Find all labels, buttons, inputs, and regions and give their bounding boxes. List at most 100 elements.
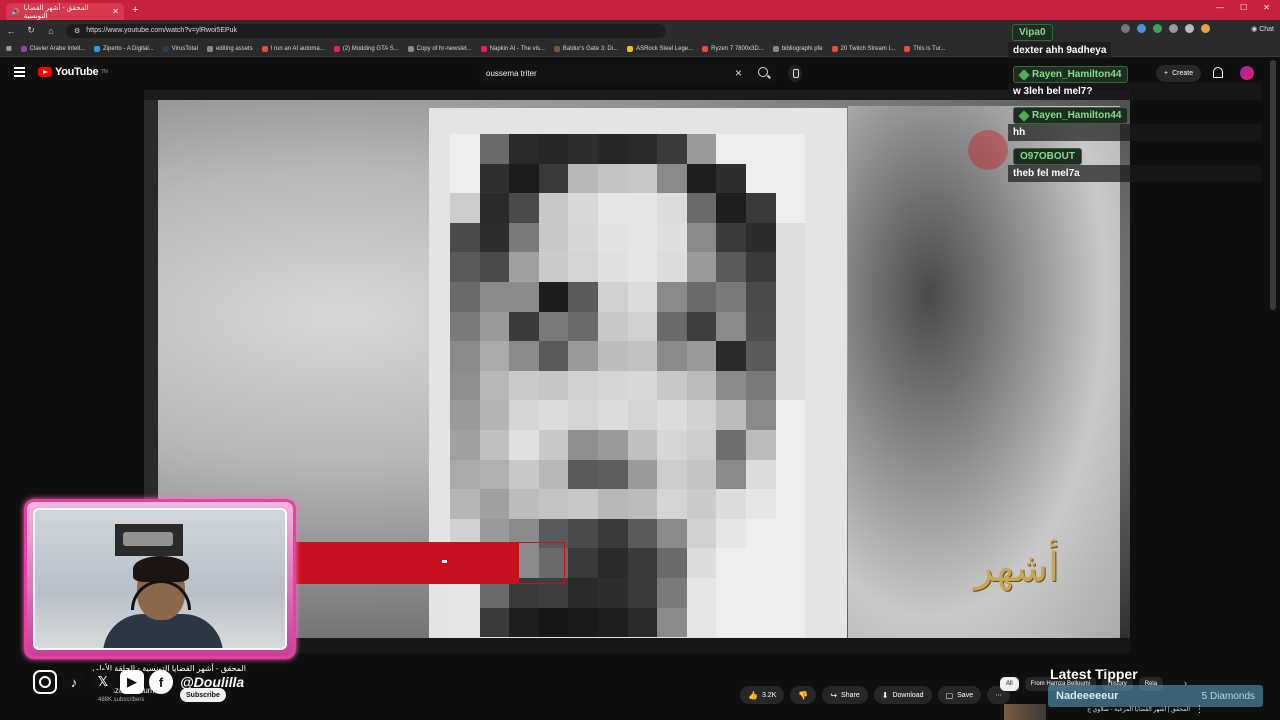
browser-tab[interactable]: 🔊 المحقق - أشهر القضايا التونسية ✕ bbox=[6, 3, 124, 20]
bookmark-item[interactable]: Ryzen 7 7800x3D... bbox=[702, 45, 764, 52]
bookmark-item[interactable]: I run an AI automa... bbox=[261, 45, 325, 52]
back-icon[interactable]: ← bbox=[6, 26, 16, 36]
window-controls: — ☐ ✕ bbox=[1216, 3, 1270, 12]
search-icon[interactable] bbox=[758, 67, 768, 77]
bookmark-item[interactable]: (2) Modding GTA S... bbox=[333, 45, 399, 52]
bookmark-item[interactable]: Ziperto - A Digital... bbox=[94, 45, 154, 52]
x-icon: 𝕏 bbox=[91, 670, 115, 694]
logo-region: TN bbox=[101, 69, 108, 75]
bookmark-favicon-icon bbox=[20, 45, 27, 52]
create-button[interactable]: + Create bbox=[1156, 65, 1202, 82]
star-icon[interactable] bbox=[1185, 24, 1194, 33]
screen: 🔊 المحقق - أشهر القضايا التونسية ✕ + — ☐… bbox=[0, 0, 1280, 720]
bookmark-item[interactable]: 20 Twitch Stream I... bbox=[831, 45, 895, 52]
subscriber-count: 488K subscribers bbox=[98, 697, 145, 703]
thumbs-down-icon: 👎 bbox=[798, 690, 809, 700]
account-avatar[interactable] bbox=[1240, 66, 1254, 80]
thumbs-up-icon: 👍 bbox=[748, 690, 758, 700]
tipper-name: Nadeeeeeur bbox=[1056, 690, 1119, 702]
social-handles-overlay: ♪ 𝕏 ▶ f @Doulilla bbox=[33, 670, 244, 694]
youtube-logo[interactable]: YouTube TN bbox=[38, 66, 108, 78]
logo-text: YouTube bbox=[55, 66, 99, 78]
bookmark-item[interactable]: ASRock Steel Lege... bbox=[627, 45, 693, 52]
share-button[interactable]: ↪ Share bbox=[822, 686, 868, 704]
wall-poster bbox=[115, 524, 183, 556]
url-field[interactable]: ⚙ https://www.youtube.com/watch?v=ylRwoi… bbox=[66, 23, 666, 38]
extension-icon[interactable] bbox=[1169, 24, 1178, 33]
facebook-icon: f bbox=[149, 670, 173, 694]
minimize-icon[interactable]: — bbox=[1216, 3, 1224, 12]
bookmark-favicon-icon bbox=[553, 45, 560, 52]
search-value: oussema triter bbox=[486, 69, 537, 78]
profile-icon[interactable] bbox=[1201, 24, 1210, 33]
apps-icon[interactable]: ▦ bbox=[6, 45, 12, 52]
search-input[interactable]: oussema triter × bbox=[478, 64, 778, 83]
url-text: https://www.youtube.com/watch?v=ylRwoi5E… bbox=[86, 27, 238, 34]
bookmark-item[interactable]: Copy of hr-newslet... bbox=[407, 45, 472, 52]
bookmark-item[interactable]: VirusTotal bbox=[162, 45, 198, 52]
bookmark-item[interactable]: bibliographi pfe bbox=[772, 45, 823, 52]
extension-icons bbox=[1121, 24, 1210, 33]
bookmark-favicon-icon bbox=[772, 45, 779, 52]
more-icon: ⋯ bbox=[995, 692, 1003, 699]
extension-icon[interactable] bbox=[1153, 24, 1162, 33]
streamer-handle: @Doulilla bbox=[180, 674, 245, 690]
chat-message: dexter ahh 9adheya bbox=[1008, 42, 1112, 59]
extension-icon[interactable] bbox=[1137, 24, 1146, 33]
clear-search-icon[interactable]: × bbox=[735, 66, 742, 80]
chat-message: theb fel mel7a bbox=[1008, 165, 1262, 182]
channel-watermark-icon bbox=[968, 130, 1008, 170]
gem-icon bbox=[1018, 68, 1030, 81]
streamer bbox=[103, 556, 223, 648]
bookmark-favicon-icon bbox=[261, 45, 268, 52]
close-window-icon[interactable]: ✕ bbox=[1263, 3, 1270, 12]
plus-icon: + bbox=[1164, 70, 1169, 77]
instagram-icon bbox=[33, 670, 57, 694]
menu-icon[interactable] bbox=[14, 67, 25, 77]
bookmark-favicon-icon bbox=[162, 45, 169, 52]
bookmark-item[interactable]: Clavier Arabe Intell... bbox=[20, 45, 85, 52]
bookmark-item[interactable]: Baldur's Gate 3: Di... bbox=[553, 45, 618, 52]
chip-all[interactable]: All bbox=[1000, 677, 1019, 691]
bookmark-item[interactable]: Napkin AI - The vis... bbox=[480, 45, 545, 52]
bookmark-favicon-icon bbox=[333, 45, 340, 52]
chat-username: Rayen_Hamilton44 bbox=[1013, 107, 1129, 124]
reload-icon[interactable]: ↻ bbox=[26, 25, 36, 36]
home-icon[interactable]: ⌂ bbox=[46, 26, 56, 36]
show-logo-calligraphy: ﺃﺷﻬﺮ bbox=[974, 545, 1060, 591]
bookmark-favicon-icon bbox=[627, 45, 634, 52]
bookmark-item[interactable]: This is Tur... bbox=[904, 45, 945, 52]
download-button[interactable]: ⬇ Download bbox=[873, 686, 932, 704]
voice-search-icon[interactable] bbox=[788, 65, 802, 82]
latest-tipper-title: Latest Tipper bbox=[1050, 666, 1138, 682]
more-vert-icon[interactable]: ⋮ bbox=[1195, 704, 1204, 715]
maximize-icon[interactable]: ☐ bbox=[1240, 3, 1247, 12]
close-tab-icon[interactable]: ✕ bbox=[112, 7, 119, 16]
address-bar-row: ← ↻ ⌂ ⚙ https://www.youtube.com/watch?v=… bbox=[0, 20, 1280, 41]
tipper-amount: 5 Diamonds bbox=[1201, 690, 1255, 702]
audio-icon[interactable]: 🔊 bbox=[11, 8, 20, 16]
browser-chat-button[interactable]: ◉ Chat bbox=[1251, 25, 1274, 33]
recommended-title[interactable]: المحقق | أشهر القضايا المرعبة - سلاوي ج bbox=[1060, 706, 1190, 713]
like-button[interactable]: 👍 3.2K bbox=[740, 686, 785, 704]
extension-icon[interactable] bbox=[1121, 24, 1130, 33]
site-info-icon[interactable]: ⚙ bbox=[74, 27, 80, 35]
chat-username: Vipa0 bbox=[1012, 24, 1053, 41]
chat-message: w 3leh bel mel7? bbox=[1008, 83, 1262, 100]
youtube-icon: ▶ bbox=[120, 670, 144, 694]
recommended-thumbnail[interactable] bbox=[1004, 704, 1046, 720]
save-button[interactable]: ▢ Save bbox=[937, 686, 982, 704]
download-icon: ⬇ bbox=[881, 690, 889, 700]
dislike-button[interactable]: 👎 bbox=[790, 686, 817, 704]
tiktok-icon: ♪ bbox=[62, 670, 86, 694]
bookmark-item[interactable]: editing assets bbox=[206, 45, 253, 52]
browser-tab-bar: 🔊 المحقق - أشهر القضايا التونسية ✕ + — ☐… bbox=[0, 0, 1280, 20]
new-tab-button[interactable]: + bbox=[132, 4, 138, 16]
notifications-icon[interactable] bbox=[1213, 67, 1223, 78]
chat-message: hh bbox=[1008, 124, 1262, 141]
chat-username: Rayen_Hamilton44 bbox=[1013, 66, 1129, 83]
youtube-play-icon bbox=[38, 67, 52, 77]
latest-tipper-box: Nadeeeeeur 5 Diamonds bbox=[1048, 685, 1263, 707]
page-scrollbar[interactable] bbox=[1270, 60, 1276, 310]
gem-icon bbox=[1018, 109, 1030, 122]
